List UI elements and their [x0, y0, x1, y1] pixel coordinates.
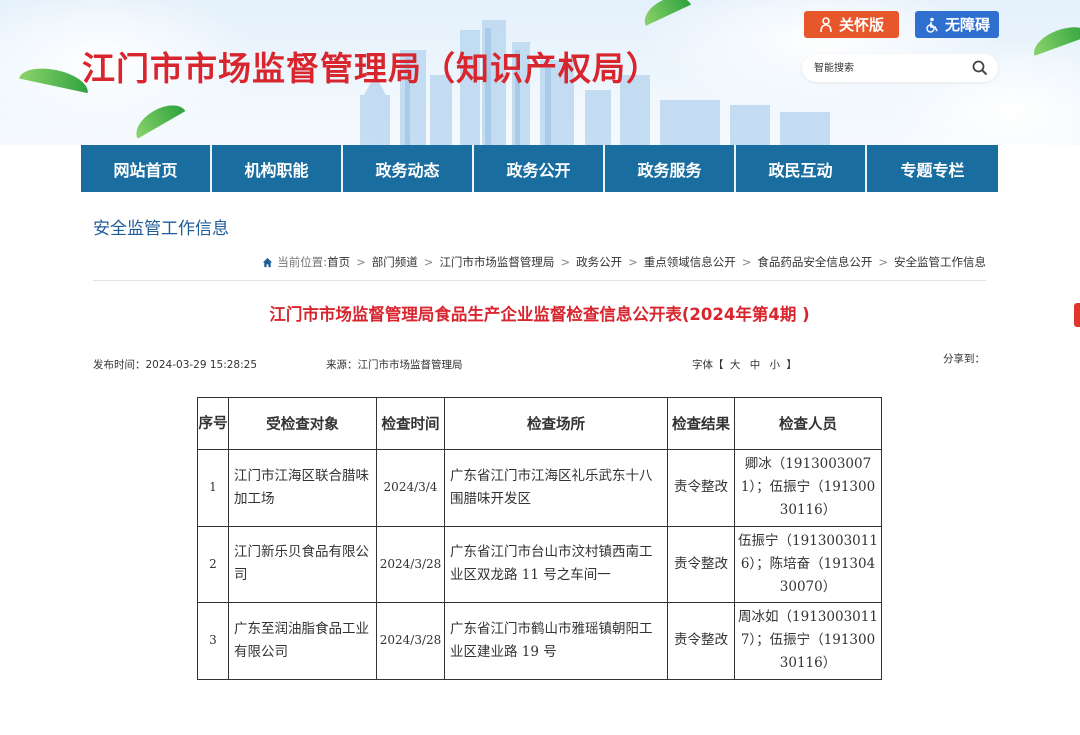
col-header-place: 检查场所: [444, 397, 668, 450]
cell-target: 江门市江海区联合腊味加工场: [228, 449, 377, 527]
search-input[interactable]: [814, 59, 964, 77]
nav-item-disclosure[interactable]: 政务公开: [474, 145, 605, 192]
nav-item-home[interactable]: 网站首页: [81, 145, 212, 192]
divider: [93, 280, 986, 281]
cell-inspectors: 周冰如（19130030117）；伍振宁（19130030116）: [734, 602, 882, 680]
col-header-date: 检查时间: [376, 397, 445, 450]
publish-time: 发布时间：2024-03-29 15:28:25: [93, 359, 258, 371]
cell-date: 2024/3/28: [376, 525, 445, 603]
nav-item-functions[interactable]: 机构职能: [212, 145, 343, 192]
table-row: 3 广东至润油脂食品工业有限公司 2024/3/28 广东省江门市鹤山市雅瑶镇朝…: [197, 602, 882, 680]
breadcrumb-link-home[interactable]: 首页: [327, 254, 350, 270]
cell-result: 责令整改: [667, 525, 735, 603]
breadcrumb: 当前位置: 首页 > 部门频道 > 江门市市场监督管理局 > 政务公开 > 重点…: [262, 254, 986, 270]
table-row: 2 江门新乐贝食品有限公司 2024/3/28 广东省江门市台山市汶村镇西南工业…: [197, 525, 882, 603]
cell-no: 2: [197, 525, 229, 603]
breadcrumb-separator: >: [878, 255, 888, 269]
col-header-result: 检查结果: [667, 397, 735, 450]
breadcrumb-separator: >: [741, 255, 752, 269]
breadcrumb-separator: >: [423, 255, 434, 269]
cell-date: 2024/3/28: [376, 602, 445, 680]
care-mode-label: 关怀版: [838, 16, 884, 34]
nav-item-news[interactable]: 政务动态: [343, 145, 474, 192]
cell-no: 1: [197, 449, 229, 527]
table-header-row: 序号 受检查对象 检查时间 检查场所 检查结果 检查人员: [197, 397, 882, 450]
cell-target: 江门新乐贝食品有限公司: [228, 525, 377, 603]
font-size-medium[interactable]: 中: [750, 359, 761, 371]
wheelchair-icon: [926, 17, 938, 33]
article-title: 江门市市场监督管理局食品生产企业监督检查信息公开表(2024年第4期 ): [269, 305, 810, 324]
cell-target: 广东至润油脂食品工业有限公司: [228, 602, 377, 680]
inspection-table: 序号 受检查对象 检查时间 检查场所 检查结果 检查人员 1 江门市江海区联合腊…: [197, 397, 882, 680]
share-label: 分享到：: [943, 353, 985, 365]
cell-no: 3: [197, 602, 229, 680]
floating-side-tab[interactable]: [1074, 303, 1080, 327]
breadcrumb-prefix: 当前位置:: [277, 255, 328, 269]
main-nav: 网站首页 机构职能 政务动态 政务公开 政务服务 政民互动 专题专栏: [81, 145, 998, 192]
breadcrumb-link-current[interactable]: 安全监管工作信息: [894, 254, 986, 270]
col-header-no: 序号: [197, 397, 229, 450]
breadcrumb-separator: >: [560, 255, 571, 269]
site-title: 江门市市场监督管理局（知识产权局）: [82, 49, 660, 88]
font-size-large[interactable]: 大: [730, 359, 741, 371]
header-banner: 江门市市场监督管理局（知识产权局） 关怀版 无障碍: [0, 0, 1080, 145]
cell-result: 责令整改: [667, 449, 735, 527]
accessibility-label: 无障碍: [944, 16, 990, 34]
nav-item-interaction[interactable]: 政民互动: [736, 145, 867, 192]
font-size-control: 字体【 大 中 小 】: [692, 357, 797, 372]
breadcrumb-link-key-areas[interactable]: 重点领域信息公开: [644, 254, 736, 270]
breadcrumb-link-food-drug[interactable]: 食品药品安全信息公开: [757, 254, 872, 270]
nav-item-topics[interactable]: 专题专栏: [867, 145, 998, 192]
font-size-close: 】: [786, 359, 797, 371]
cell-place: 广东省江门市江海区礼乐武东十八围腊味开发区: [444, 449, 668, 527]
cell-inspectors: 卿冰（19130030071）；伍振宁（19130030116）: [734, 449, 882, 527]
section-title: 安全监管工作信息: [93, 219, 229, 239]
breadcrumb-separator: >: [628, 255, 638, 269]
col-header-target: 受检查对象: [228, 397, 377, 450]
article-source: 来源：江门市市场监督管理局: [326, 359, 463, 371]
home-icon: [263, 257, 273, 267]
breadcrumb-separator: >: [356, 255, 366, 269]
accessibility-button[interactable]: 无障碍: [915, 11, 999, 38]
search-icon[interactable]: [972, 60, 988, 76]
font-size-small[interactable]: 小: [770, 359, 781, 371]
font-size-label: 字体【: [692, 359, 724, 371]
breadcrumb-link-disclosure[interactable]: 政务公开: [576, 254, 622, 270]
cell-place: 广东省江门市鹤山市雅瑶镇朝阳工业区建业路 19 号: [444, 602, 668, 680]
search-box: [802, 54, 998, 82]
cell-place: 广东省江门市台山市汶村镇西南工业区双龙路 11 号之车间一: [444, 525, 668, 603]
cell-inspectors: 伍振宁（19130030116）；陈培奋（19130430070）: [734, 525, 882, 603]
person-icon: [820, 16, 832, 32]
cell-date: 2024/3/4: [376, 449, 445, 527]
content-panel: 安全监管工作信息 当前位置: 首页 > 部门频道 > 江门市市场监督管理局 > …: [81, 192, 998, 735]
breadcrumb-link-bureau[interactable]: 江门市市场监督管理局: [439, 254, 554, 270]
cell-result: 责令整改: [667, 602, 735, 680]
breadcrumb-link-department[interactable]: 部门频道: [372, 254, 418, 270]
nav-item-services[interactable]: 政务服务: [605, 145, 736, 192]
col-header-inspectors: 检查人员: [734, 397, 882, 450]
table-row: 1 江门市江海区联合腊味加工场 2024/3/4 广东省江门市江海区礼乐武东十八…: [197, 449, 882, 527]
care-mode-button[interactable]: 关怀版: [804, 11, 899, 38]
